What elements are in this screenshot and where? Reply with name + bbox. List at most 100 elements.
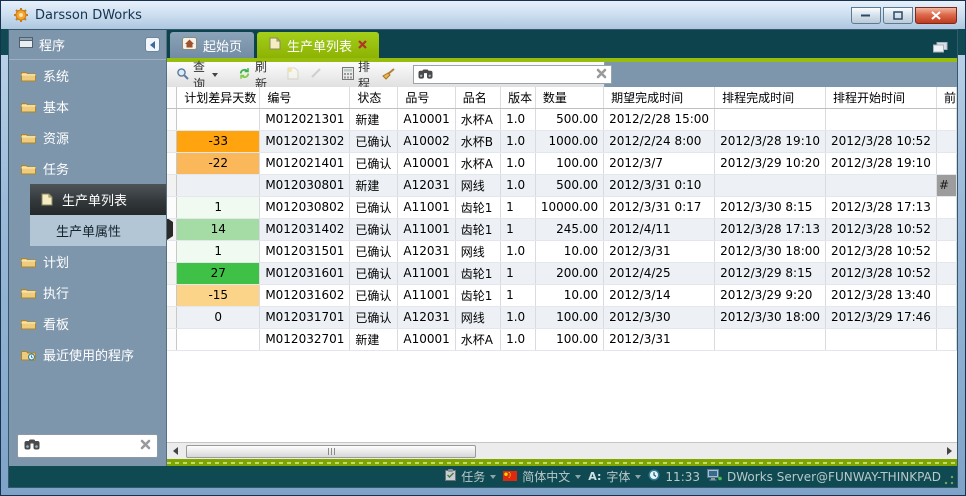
grid-cell-item_no[interactable]: A11001 <box>398 284 455 306</box>
grid-cell-item_name[interactable]: 水杯B <box>455 130 500 152</box>
horizontal-scrollbar[interactable] <box>167 442 957 459</box>
grid-cell-expect_finish[interactable]: 2012/3/31 <box>604 240 715 262</box>
row-selector-cell[interactable] <box>167 306 177 328</box>
grid-cell-code[interactable]: M012030801 <box>260 174 350 196</box>
row-selector-cell[interactable] <box>167 240 177 262</box>
grid-cell-item_no[interactable]: A12031 <box>398 306 455 328</box>
grid-cell-item_name[interactable]: 网线 <box>455 240 500 262</box>
grid-cell-diff[interactable]: -22 <box>177 152 260 174</box>
grid-cell-item_no[interactable]: A11001 <box>398 196 455 218</box>
grid-cell-status[interactable]: 已确认 <box>350 306 398 328</box>
grid-cell-version[interactable]: 1.0 <box>501 306 536 328</box>
grid-cell-sched_finish[interactable]: 2012/3/28 17:13 <box>715 218 826 240</box>
table-row[interactable]: M012021301新建A10001水杯A1.0500.002012/2/28 … <box>167 108 957 130</box>
close-button[interactable] <box>915 7 957 24</box>
grid-cell-sched_start[interactable]: 2012/3/28 10:52 <box>826 130 937 152</box>
grid-cell-version[interactable]: 1.0 <box>501 130 536 152</box>
tab-close-icon[interactable] <box>358 38 367 53</box>
grid-cell-item_no[interactable]: A11001 <box>398 262 455 284</box>
grid-cell-extra[interactable] <box>936 130 956 152</box>
column-header-status[interactable]: 状态 <box>350 87 398 108</box>
tab-0[interactable]: 起始页 <box>170 32 254 58</box>
grid-cell-code[interactable]: M012031402 <box>260 218 350 240</box>
grid-cell-qty[interactable]: 100.00 <box>535 152 603 174</box>
grid-cell-expect_finish[interactable]: 2012/3/31 0:10 <box>604 174 715 196</box>
grid-cell-qty[interactable]: 10000.00 <box>535 196 603 218</box>
column-header-diff[interactable]: 计划差异天数 <box>177 87 260 108</box>
grid-cell-version[interactable]: 1.0 <box>501 240 536 262</box>
grid-cell-diff[interactable] <box>177 174 260 196</box>
grid-cell-extra[interactable] <box>936 262 956 284</box>
tab-1[interactable]: 生产单列表 <box>257 32 379 58</box>
grid-cell-item_name[interactable]: 水杯A <box>455 152 500 174</box>
grid-cell-qty[interactable]: 500.00 <box>535 108 603 130</box>
row-selector-cell[interactable] <box>167 108 177 130</box>
grid-cell-sched_finish[interactable]: 2012/3/29 8:15 <box>715 262 826 284</box>
grid-cell-code[interactable]: M012031501 <box>260 240 350 262</box>
grid-cell-extra[interactable] <box>936 196 956 218</box>
grid-cell-status[interactable]: 已确认 <box>350 284 398 306</box>
font-menu[interactable]: A: 字体 <box>588 468 641 485</box>
new-order-button[interactable] <box>283 65 303 85</box>
grid-cell-sched_finish[interactable]: 2012/3/29 9:20 <box>715 284 826 306</box>
grid-cell-diff[interactable]: 1 <box>177 196 260 218</box>
sidebar-collapse-button[interactable] <box>145 37 160 52</box>
grid-cell-version[interactable]: 1.0 <box>501 174 536 196</box>
grid-cell-code[interactable]: M012032701 <box>260 328 350 350</box>
sidebar-item-5[interactable]: 生产单属性 <box>30 215 166 246</box>
grid-cell-status[interactable]: 已确认 <box>350 218 398 240</box>
column-header-item_name[interactable]: 品名 <box>455 87 500 108</box>
grid-cell-expect_finish[interactable]: 2012/3/30 <box>604 306 715 328</box>
tasks-menu[interactable]: 任务 <box>445 468 496 485</box>
grid-cell-qty[interactable]: 500.00 <box>535 174 603 196</box>
grid-cell-expect_finish[interactable]: 2012/3/31 <box>604 328 715 350</box>
grid-cell-expect_finish[interactable]: 2012/3/31 0:17 <box>604 196 715 218</box>
column-header-extra[interactable]: 前 <box>936 87 956 108</box>
grid-cell-sched_start[interactable]: 2012/3/28 10:52 <box>826 262 937 284</box>
row-selector-cell[interactable] <box>167 196 177 218</box>
row-selector-cell[interactable] <box>167 174 177 196</box>
grid-cell-sched_finish[interactable]: 2012/3/28 19:10 <box>715 130 826 152</box>
column-header-item_no[interactable]: 品号 <box>398 87 455 108</box>
sidebar-item-7[interactable]: 执行 <box>9 277 166 308</box>
grid-cell-qty[interactable]: 245.00 <box>535 218 603 240</box>
grid-cell-item_no[interactable]: A10002 <box>398 130 455 152</box>
sidebar-item-6[interactable]: 计划 <box>9 246 166 277</box>
grid-cell-version[interactable]: 1.0 <box>501 108 536 130</box>
grid-cell-code[interactable]: M012031701 <box>260 306 350 328</box>
grid-cell-extra[interactable] <box>936 306 956 328</box>
grid-cell-diff[interactable]: 14 <box>177 218 260 240</box>
grid-cell-status[interactable]: 新建 <box>350 108 398 130</box>
row-selector-cell[interactable] <box>167 328 177 350</box>
column-header-version[interactable]: 版本 <box>501 87 536 108</box>
toolbar-filter-clear-icon[interactable] <box>596 68 607 82</box>
grid-cell-item_name[interactable]: 网线 <box>455 306 500 328</box>
grid-cell-expect_finish[interactable]: 2012/4/25 <box>604 262 715 284</box>
grid-cell-diff[interactable]: 27 <box>177 262 260 284</box>
edit-button[interactable] <box>306 65 326 84</box>
grid-cell-sched_finish[interactable]: 2012/3/29 10:20 <box>715 152 826 174</box>
grid-cell-item_no[interactable]: A10001 <box>398 152 455 174</box>
grid-cell-status[interactable]: 新建 <box>350 328 398 350</box>
grid-cell-sched_finish[interactable] <box>715 108 826 130</box>
grid-cell-diff[interactable]: 1 <box>177 240 260 262</box>
sidebar-item-8[interactable]: 看板 <box>9 308 166 339</box>
row-selector-cell[interactable] <box>167 130 177 152</box>
grid-cell-qty[interactable]: 10.00 <box>535 284 603 306</box>
grid-cell-sched_start[interactable]: 2012/3/28 10:52 <box>826 218 937 240</box>
grid-cell-status[interactable]: 已确认 <box>350 262 398 284</box>
grid-cell-sched_finish[interactable]: 2012/3/30 18:00 <box>715 240 826 262</box>
sidebar-item-2[interactable]: 资源 <box>9 122 166 153</box>
grid-cell-expect_finish[interactable]: 2012/4/11 <box>604 218 715 240</box>
grid-cell-expect_finish[interactable]: 2012/2/28 15:00 <box>604 108 715 130</box>
grid-cell-sched_start[interactable] <box>826 174 937 196</box>
grid-cell-version[interactable]: 1.0 <box>501 152 536 174</box>
grid-cell-item_name[interactable]: 水杯A <box>455 108 500 130</box>
grid-cell-qty[interactable]: 100.00 <box>535 306 603 328</box>
grid-cell-qty[interactable]: 1000.00 <box>535 130 603 152</box>
grid-cell-expect_finish[interactable]: 2012/3/14 <box>604 284 715 306</box>
grid-cell-status[interactable]: 已确认 <box>350 152 398 174</box>
grid-cell-item_no[interactable]: A12031 <box>398 174 455 196</box>
table-row[interactable]: -15M012031602已确认A11001齿轮1110.002012/3/14… <box>167 284 957 306</box>
grid-cell-status[interactable]: 已确认 <box>350 130 398 152</box>
